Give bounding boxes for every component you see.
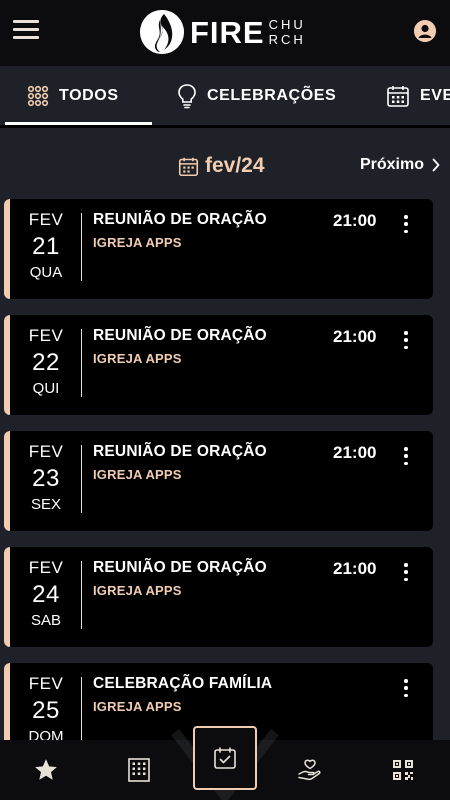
logo-sub-line1: CHU — [268, 17, 306, 32]
more-vert-icon[interactable] — [402, 679, 410, 697]
card-accent-bar — [4, 315, 10, 415]
event-organizer: IGREJA APPS — [93, 235, 182, 250]
event-title: REUNIÃO DE ORAÇÃO — [93, 211, 267, 228]
lightbulb-icon — [177, 83, 197, 109]
flame-logo-icon — [140, 10, 184, 54]
active-tab-indicator — [5, 122, 152, 125]
card-divider — [81, 561, 82, 629]
event-time: 21:00 — [333, 443, 377, 462]
event-card[interactable]: FEV 24 SAB REUNIÃO DE ORAÇÃO IGREJA APPS… — [4, 547, 433, 647]
hamburger-menu-icon[interactable] — [13, 20, 41, 42]
card-divider — [81, 329, 82, 397]
calendar-check-icon — [214, 747, 236, 769]
event-weekday: SEX — [30, 496, 61, 513]
event-organizer: IGREJA APPS — [93, 583, 182, 598]
qr-code-icon — [393, 760, 413, 780]
more-vert-icon[interactable] — [402, 215, 410, 233]
card-divider — [81, 677, 82, 745]
event-day: 25 — [32, 697, 60, 724]
month-label: fev/24 — [205, 154, 265, 177]
star-icon — [35, 759, 57, 780]
event-time: 21:00 — [333, 327, 377, 346]
nav-calendar-button[interactable] — [193, 726, 257, 790]
event-time: 21:00 — [333, 559, 377, 578]
grid-dots-icon — [27, 85, 49, 107]
top-bar: FIRE CHU RCH — [0, 0, 450, 66]
logo-sub-line2: RCH — [268, 32, 306, 47]
chevron-right-icon — [432, 158, 440, 172]
event-month: FEV — [28, 442, 64, 461]
logo-word: FIRE — [190, 14, 265, 50]
next-month-button[interactable]: Próximo — [360, 156, 440, 174]
nav-donation-button[interactable] — [290, 750, 330, 790]
tab-celebracoes[interactable]: CELEBRAÇÕES — [177, 66, 336, 126]
event-title: REUNIÃO DE ORAÇÃO — [93, 327, 267, 344]
card-accent-bar — [4, 547, 10, 647]
church-logo: FIRE CHU RCH — [140, 10, 306, 54]
tab-eventos[interactable]: EVE — [386, 66, 450, 126]
event-organizer: IGREJA APPS — [93, 467, 182, 482]
current-month[interactable]: fev/24 — [178, 154, 265, 178]
event-date: FEV 24 SAB — [14, 557, 78, 631]
category-tabs: TODOS CELEBRAÇÕES EVE — [0, 66, 450, 128]
event-date: FEV 25 DOM — [14, 673, 78, 747]
hand-heart-icon — [298, 759, 321, 781]
event-month: FEV — [28, 674, 64, 693]
event-day: 21 — [32, 233, 60, 260]
bottom-navigation — [0, 726, 450, 800]
app-root: FIRE CHU RCH TODOS CELEBRAÇÕES EVE fev/2… — [0, 0, 450, 800]
event-date: FEV 22 QUI — [14, 325, 78, 399]
calendar-icon — [386, 84, 410, 108]
event-card[interactable]: FEV 22 QUI REUNIÃO DE ORAÇÃO IGREJA APPS… — [4, 315, 433, 415]
event-time: 21:00 — [333, 211, 377, 230]
event-organizer: IGREJA APPS — [93, 699, 182, 714]
event-title: REUNIÃO DE ORAÇÃO — [93, 443, 267, 460]
building-icon — [128, 758, 150, 782]
month-navigation: fev/24 Próximo — [0, 150, 450, 186]
tab-label: TODOS — [59, 87, 119, 104]
more-vert-icon[interactable] — [402, 331, 410, 349]
event-date: FEV 23 SEX — [14, 441, 78, 515]
account-circle-icon[interactable] — [414, 20, 436, 42]
event-month: FEV — [28, 326, 64, 345]
card-divider — [81, 445, 82, 513]
event-card[interactable]: FEV 21 QUA REUNIÃO DE ORAÇÃO IGREJA APPS… — [4, 199, 433, 299]
event-title: CELEBRAÇÃO FAMÍLIA — [93, 675, 273, 692]
event-month: FEV — [28, 558, 64, 577]
event-weekday: SAB — [30, 612, 61, 629]
card-accent-bar — [4, 431, 10, 531]
calendar-icon — [178, 156, 199, 177]
event-day: 24 — [32, 581, 60, 608]
more-vert-icon[interactable] — [402, 563, 410, 581]
card-divider — [81, 213, 82, 281]
nav-qrcode-button[interactable] — [383, 750, 423, 790]
nav-star-button[interactable] — [26, 750, 66, 790]
card-accent-bar — [4, 199, 10, 299]
event-title: REUNIÃO DE ORAÇÃO — [93, 559, 267, 576]
logo-subtitle: CHU RCH — [269, 17, 306, 47]
event-day: 22 — [32, 349, 60, 376]
event-month: FEV — [28, 210, 64, 229]
event-card[interactable]: FEV 23 SEX REUNIÃO DE ORAÇÃO IGREJA APPS… — [4, 431, 433, 531]
more-vert-icon[interactable] — [402, 447, 410, 465]
tab-todos[interactable]: TODOS — [27, 66, 119, 126]
next-label: Próximo — [359, 156, 424, 173]
event-organizer: IGREJA APPS — [93, 351, 182, 366]
tab-label: EVE — [420, 87, 450, 104]
nav-building-button[interactable] — [119, 750, 159, 790]
event-date: FEV 21 QUA — [14, 209, 78, 283]
event-weekday: QUI — [32, 380, 60, 397]
event-day: 23 — [32, 465, 60, 492]
tab-label: CELEBRAÇÕES — [207, 87, 337, 104]
event-weekday: QUA — [29, 264, 63, 281]
